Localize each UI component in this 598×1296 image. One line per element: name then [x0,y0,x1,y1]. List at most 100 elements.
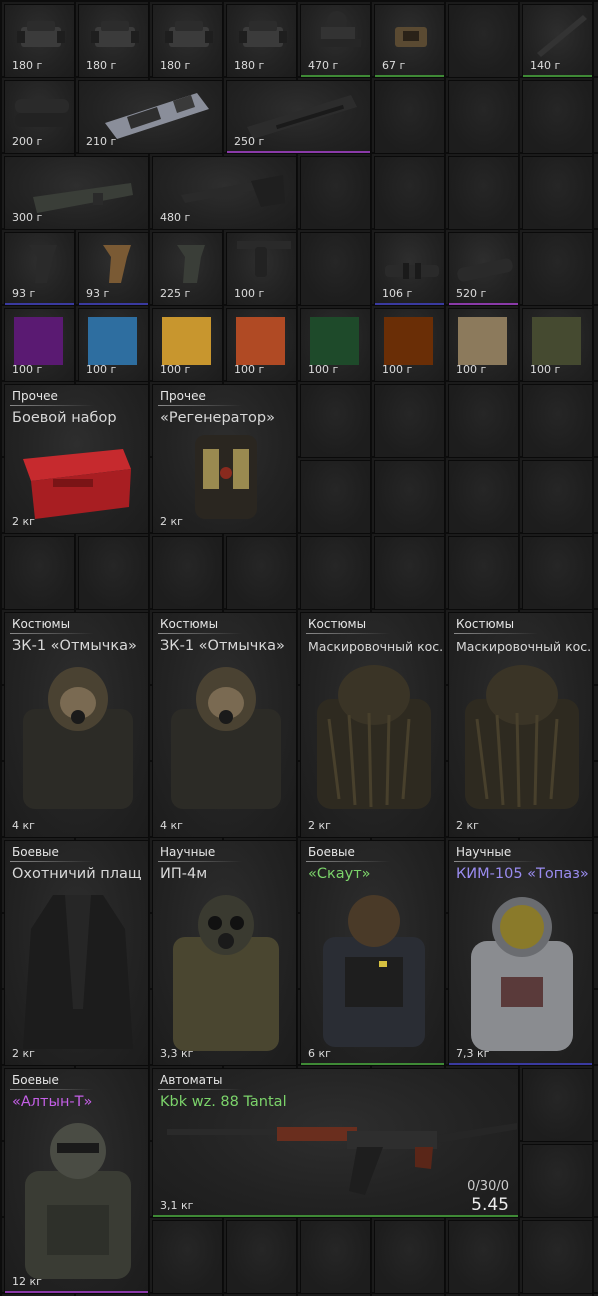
inventory-slot-scope[interactable]: 470 г [300,4,371,78]
inventory-slot-armor[interactable]: Боевые «Скаут» 6 кг [300,840,445,1066]
inventory-slot-muzzle[interactable]: 106 г [374,232,445,306]
inventory-slot-empty[interactable] [300,384,371,458]
inventory-slot-empty[interactable] [522,1144,593,1218]
gas-mask-suit-icon [173,895,279,1051]
inventory-slot-empty[interactable] [300,1220,371,1294]
rarity-underline [153,1215,518,1217]
inventory-slot-empty[interactable] [522,1068,593,1142]
inventory-slot-silencer[interactable]: 520 г [448,232,519,306]
rarity-underline [227,151,370,153]
inventory-slot-empty[interactable] [522,460,593,534]
inventory-slot-empty[interactable] [226,536,297,610]
rarity-underline [5,303,74,305]
inventory-slot-empty[interactable] [448,156,519,230]
item-weight: 93 г [12,287,36,300]
inventory-slot-empty[interactable] [374,1220,445,1294]
inventory-slot-paint[interactable]: 100 г [374,308,445,382]
inventory-slot-regenerator[interactable]: Прочее «Регенератор» 2 кг [152,384,297,534]
inventory-slot-paint[interactable]: 100 г [78,308,149,382]
inventory-slot-empty[interactable] [448,384,519,458]
regenerator-icon [195,435,257,519]
inventory-slot-empty[interactable] [300,156,371,230]
inventory-slot-reddot[interactable]: 67 г [374,4,445,78]
inventory-slot-empty[interactable] [374,80,445,154]
inventory-slot-empty[interactable] [374,460,445,534]
inventory-slot-armor[interactable]: Боевые «Алтын-Т» 12 кг [4,1068,149,1294]
inventory-slot-empty[interactable] [522,1220,593,1294]
inventory-slot-empty[interactable] [152,1220,223,1294]
inventory-slot-empty[interactable] [300,232,371,306]
inventory-slot-empty[interactable] [152,536,223,610]
inventory-slot-empty[interactable] [448,4,519,78]
inventory-slot-flashlight[interactable]: 200 г [4,80,75,154]
inventory-slot-empty[interactable] [522,536,593,610]
rarity-underline [523,75,592,77]
inventory-slot-empty[interactable] [78,536,149,610]
inventory-slot-empty[interactable] [374,384,445,458]
inventory-slot-stock-1[interactable]: 300 г [4,156,149,230]
inventory-slot-suit[interactable]: Костюмы ЗК-1 «Отмычка» 4 кг [152,612,297,838]
inventory-slot-empty[interactable] [374,156,445,230]
category-divider [158,1089,242,1090]
inventory-slot-armor[interactable]: Научные КИМ-105 «Топаз» 7,3 кг [448,840,593,1066]
inventory-slot-suit[interactable]: Костюмы ЗК-1 «Отмычка» 4 кг [4,612,149,838]
item-weight: 67 г [382,59,406,72]
item-category: Костюмы [160,617,219,631]
inventory-slot-sight-3[interactable]: 180 г [152,4,223,78]
item-weight: 100 г [160,363,191,376]
item-category: Костюмы [308,617,367,631]
rarity-underline [449,303,518,305]
inventory-slot-empty[interactable] [300,460,371,534]
inventory-slot-sight-2[interactable]: 180 г [78,4,149,78]
item-category: Научные [456,845,512,859]
inventory-slot-empty[interactable] [522,80,593,154]
inventory-slot-rail[interactable]: 140 г [522,4,593,78]
toolbox-icon [23,449,131,519]
item-weight: 2 кг [308,819,331,832]
inventory-slot-grip-2[interactable]: 93 г [78,232,149,306]
inventory-slot-paint[interactable]: 100 г [152,308,223,382]
vertical-grip-icon [237,241,291,277]
inventory-slot-empty[interactable] [448,536,519,610]
inventory-slot-empty[interactable] [226,1220,297,1294]
inventory-slot-empty[interactable] [522,156,593,230]
inventory-slot-grip-3[interactable]: 225 г [152,232,223,306]
inventory-slot-armor[interactable]: Научные ИП-4м 3,3 кг [152,840,297,1066]
item-weight: 180 г [160,59,191,72]
inventory-slot-sight-1[interactable]: 180 г [4,4,75,78]
item-category: Боевые [12,845,59,859]
inventory-slot-grip-1[interactable]: 93 г [4,232,75,306]
item-weight: 250 г [234,135,265,148]
item-weight: 3,3 кг [160,1047,194,1060]
inventory-slot-paint[interactable]: 100 г [4,308,75,382]
inventory-slot-empty[interactable] [448,460,519,534]
inventory-slot-armor[interactable]: Боевые Охотничий плащ 2 кг [4,840,149,1066]
inventory-slot-paint[interactable]: 100 г [522,308,593,382]
inventory-slot-suit[interactable]: Костюмы Маскировочный кос... 2 кг [448,612,593,838]
inventory-slot-empty[interactable] [4,536,75,610]
inventory-slot-empty[interactable] [448,1220,519,1294]
inventory-slot-empty[interactable] [448,80,519,154]
inventory-slot-handguard[interactable]: 250 г [226,80,371,154]
inventory-slot-vertical-grip[interactable]: 100 г [226,232,297,306]
item-category: Костюмы [12,617,71,631]
category-divider [158,861,242,862]
inventory-slot-paint[interactable]: 100 г [226,308,297,382]
inventory-slot-empty[interactable] [374,536,445,610]
inventory-slot-rifle[interactable]: Автоматы Kbk wz. 88 Tantal 0/30/0 5.45 3… [152,1068,519,1218]
inventory-slot-paint[interactable]: 100 г [448,308,519,382]
inventory-slot-barrel-wrap[interactable]: 210 г [78,80,223,154]
inventory-slot-sight-4[interactable]: 180 г [226,4,297,78]
inventory-slot-combat-kit[interactable]: Прочее Боевой набор 2 кг [4,384,149,534]
item-weight: 4 кг [12,819,35,832]
inventory-slot-empty[interactable] [522,232,593,306]
inventory-slot-empty[interactable] [522,384,593,458]
inventory-slot-suit[interactable]: Костюмы Маскировочный кос... 2 кг [300,612,445,838]
item-weight: 300 г [12,211,43,224]
item-name: Маскировочный кос... [456,639,593,654]
suit-icon [23,667,133,809]
inventory-slot-empty[interactable] [300,536,371,610]
item-category: Прочее [12,389,58,403]
inventory-slot-stock-2[interactable]: 480 г [152,156,297,230]
inventory-slot-paint[interactable]: 100 г [300,308,371,382]
